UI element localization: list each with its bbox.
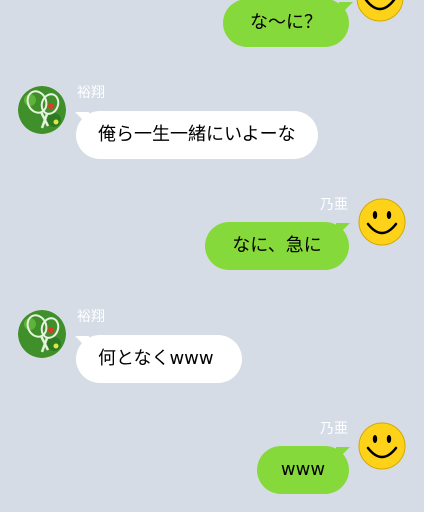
message-bubble-received[interactable]: 何となくwww	[76, 335, 242, 383]
message-bubble-sent[interactable]: www	[257, 446, 349, 494]
tennis-racket-icon[interactable]	[18, 86, 66, 134]
message-bubble-sent[interactable]: なに、急に	[205, 222, 349, 270]
message-text: www	[280, 459, 326, 480]
smiley-icon[interactable]	[358, 422, 406, 470]
sender-name: 乃亜	[320, 421, 348, 437]
sender-name: 裕翔	[77, 309, 105, 325]
message-text: 何となくwww	[98, 348, 214, 369]
smiley-icon[interactable]	[358, 198, 406, 246]
message-bubble-sent[interactable]: な〜に？	[223, 0, 349, 47]
sender-name: 裕翔	[77, 85, 105, 101]
message-text: なに、急に	[232, 235, 322, 256]
chat-view: な〜に？ 裕翔 俺ら一生一緒にいよーな 乃亜 なに、急に 裕翔 何となくwww …	[0, 0, 424, 512]
smiley-icon[interactable]	[356, 0, 404, 22]
tennis-racket-icon[interactable]	[18, 310, 66, 358]
sender-name: 乃亜	[320, 197, 348, 213]
message-text: 俺ら一生一緒にいよーな	[98, 124, 296, 145]
message-bubble-received[interactable]: 俺ら一生一緒にいよーな	[76, 111, 318, 159]
message-text: な〜に？	[250, 12, 322, 33]
